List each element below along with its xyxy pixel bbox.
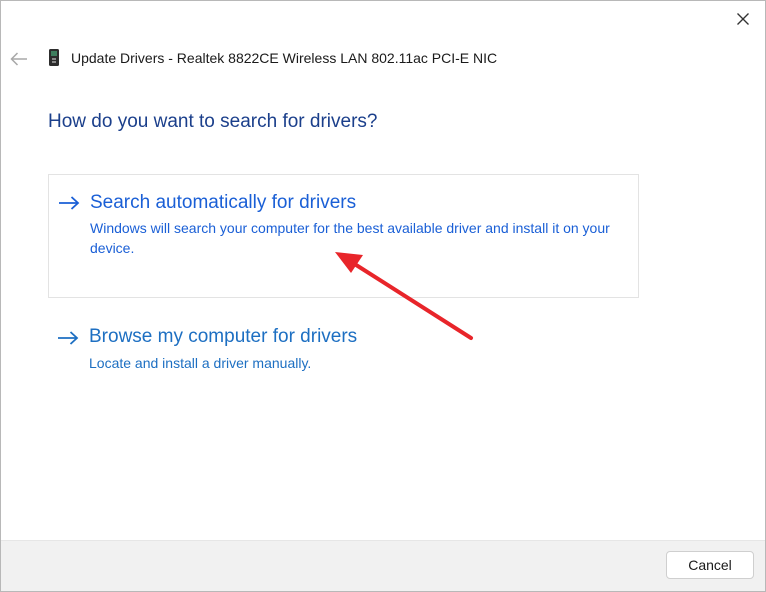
search-automatically-option[interactable]: Search automatically for drivers Windows… bbox=[48, 174, 639, 298]
right-arrow-icon bbox=[58, 331, 79, 345]
back-button[interactable] bbox=[5, 45, 33, 73]
cancel-button[interactable]: Cancel bbox=[666, 551, 754, 579]
option-description: Windows will search your computer for th… bbox=[90, 220, 610, 256]
title-bar: Update Drivers - Realtek 8822CE Wireless… bbox=[47, 48, 497, 68]
right-arrow-icon bbox=[59, 196, 80, 210]
option-description: Locate and install a driver manually. bbox=[89, 355, 312, 371]
dialog-title: Update Drivers - Realtek 8822CE Wireless… bbox=[71, 50, 498, 66]
close-button[interactable] bbox=[724, 4, 762, 34]
browse-computer-option[interactable]: Browse my computer for drivers Locate an… bbox=[48, 309, 639, 399]
close-icon bbox=[737, 13, 749, 25]
option-title: Browse my computer for drivers bbox=[89, 326, 358, 347]
option-title: Search automatically for drivers bbox=[90, 192, 357, 213]
back-arrow-icon bbox=[10, 52, 27, 66]
dialog-footer: Cancel bbox=[1, 540, 765, 591]
update-drivers-dialog: Update Drivers - Realtek 8822CE Wireless… bbox=[0, 0, 766, 592]
network-adapter-icon bbox=[49, 49, 59, 66]
page-heading: How do you want to search for drivers? bbox=[48, 111, 378, 132]
